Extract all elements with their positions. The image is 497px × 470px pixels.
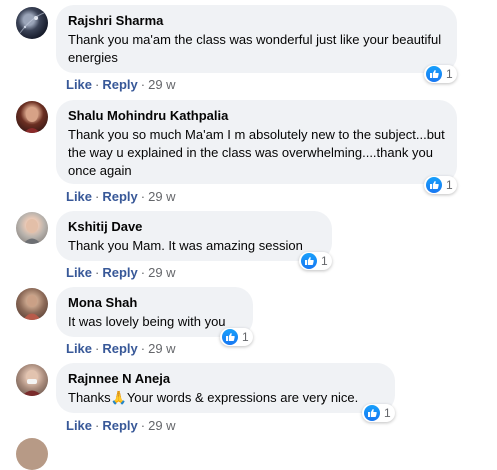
comment-text: It was lovely being with you xyxy=(68,314,226,329)
author-name[interactable]: Shalu Mohindru Kathpalia xyxy=(68,108,445,124)
like-icon xyxy=(426,177,442,193)
timestamp[interactable]: 29 w xyxy=(148,77,175,92)
avatar[interactable] xyxy=(16,212,48,244)
timestamp[interactable]: 29 w xyxy=(148,265,175,280)
like-button[interactable]: Like xyxy=(66,189,92,204)
reply-button[interactable]: Reply xyxy=(102,418,137,433)
like-icon xyxy=(222,329,238,345)
comment-text: Thank you so much Ma'am I m absolutely n… xyxy=(68,127,445,178)
reaction-badge[interactable]: 1 xyxy=(220,328,253,346)
separator: · xyxy=(95,77,100,92)
author-name[interactable]: Rajnnee N Aneja xyxy=(68,371,383,387)
separator: · xyxy=(140,418,146,433)
avatar[interactable] xyxy=(16,101,48,133)
like-button[interactable]: Like xyxy=(66,265,92,280)
comment-bubble: Shalu Mohindru Kathpalia Thank you so mu… xyxy=(56,100,457,184)
comment-actions: Like · Reply · 29 w xyxy=(66,341,176,357)
like-icon xyxy=(364,405,380,421)
comment-text: Thank you ma'am the class was wonderful … xyxy=(68,32,442,65)
reply-button[interactable]: Reply xyxy=(102,265,137,280)
separator: · xyxy=(140,189,146,204)
reaction-badge[interactable]: 1 xyxy=(299,252,332,270)
separator: · xyxy=(140,77,146,92)
reply-button[interactable]: Reply xyxy=(102,189,137,204)
avatar[interactable] xyxy=(16,7,48,39)
reaction-badge[interactable]: 1 xyxy=(424,65,457,83)
like-button[interactable]: Like xyxy=(66,341,92,356)
separator: · xyxy=(95,265,100,280)
avatar[interactable] xyxy=(16,288,48,320)
separator: · xyxy=(140,341,146,356)
reply-button[interactable]: Reply xyxy=(102,341,137,356)
comment-actions: Like · Reply · 29 w xyxy=(66,418,176,434)
comment-actions: Like · Reply · 29 w xyxy=(66,189,176,205)
comment-bubble: Rajnnee N Aneja Thanks🙏Your words & expr… xyxy=(56,363,395,413)
comment-bubble: Rajshri Sharma Thank you ma'am the class… xyxy=(56,5,457,73)
separator: · xyxy=(95,341,100,356)
comment-text: Thanks🙏Your words & expressions are very… xyxy=(68,390,359,405)
like-icon xyxy=(301,253,317,269)
avatar[interactable] xyxy=(16,364,48,396)
comment-actions: Like · Reply · 29 w xyxy=(66,265,176,281)
like-button[interactable]: Like xyxy=(66,418,92,433)
like-button[interactable]: Like xyxy=(66,77,92,92)
author-name[interactable]: Kshitij Dave xyxy=(68,219,320,235)
reaction-count: 1 xyxy=(446,67,453,81)
reaction-count: 1 xyxy=(384,406,391,420)
timestamp[interactable]: 29 w xyxy=(148,341,175,356)
reaction-count: 1 xyxy=(321,254,328,268)
reaction-badge[interactable]: 1 xyxy=(424,176,457,194)
reaction-count: 1 xyxy=(242,330,249,344)
comment-bubble: Kshitij Dave Thank you Mam. It was amazi… xyxy=(56,211,332,261)
author-name[interactable]: Rajshri Sharma xyxy=(68,13,445,29)
reaction-count: 1 xyxy=(446,178,453,192)
reply-button[interactable]: Reply xyxy=(102,77,137,92)
separator: · xyxy=(95,418,100,433)
comment-text: Thank you Mam. It was amazing session xyxy=(68,238,303,253)
reaction-badge[interactable]: 1 xyxy=(362,404,395,422)
timestamp[interactable]: 29 w xyxy=(148,418,175,433)
avatar[interactable] xyxy=(16,438,48,470)
author-name[interactable]: Mona Shah xyxy=(68,295,241,311)
separator: · xyxy=(95,189,100,204)
comment-actions: Like · Reply · 29 w xyxy=(66,77,176,93)
timestamp[interactable]: 29 w xyxy=(148,189,175,204)
separator: · xyxy=(140,265,146,280)
like-icon xyxy=(426,66,442,82)
